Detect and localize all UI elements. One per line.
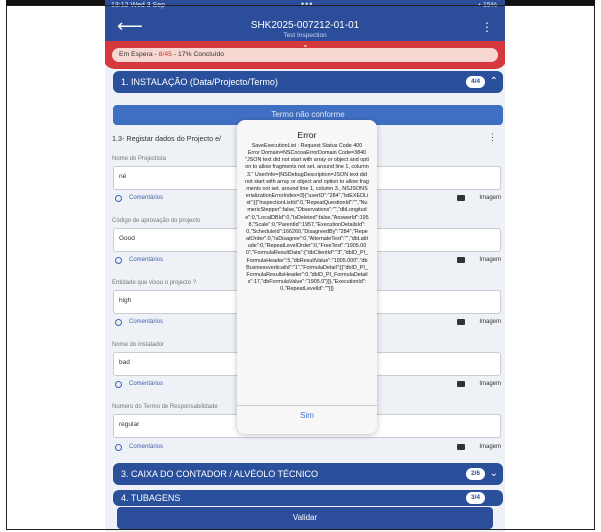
alert-message: SaveExecutionList : Request Status Code … [245,143,369,293]
app-screen: 13:12 Wed 3 Sep ••• ◔ 15% ⟵ SHK2025-0072… [105,0,505,532]
page-title: SHK2025-007212-01-01 [250,20,360,31]
battery-percent: 15% [482,2,497,9]
status-bar: 13:12 Wed 3 Sep ••• ◔ 15% [105,0,505,12]
alert-title: Error [297,130,317,140]
status-time: 13:12 Wed 3 Sep [111,2,165,9]
screenshot-frame: 13:12 Wed 3 Sep ••• ◔ 15% ⟵ SHK2025-0072… [0,0,601,532]
error-alert-dialog: Error SaveExecutionList : Request Status… [237,120,377,434]
divider [237,405,377,406]
page-subtitle: Test Inspection [283,32,327,39]
status-dots: ••• [301,0,314,9]
chevron-down-icon[interactable]: ⌄ [302,40,309,49]
kebab-menu-icon[interactable]: ⋮ [481,20,493,34]
alert-confirm-button[interactable]: Sim [237,411,377,420]
battery-indicator: ◔ 15% [477,2,497,9]
